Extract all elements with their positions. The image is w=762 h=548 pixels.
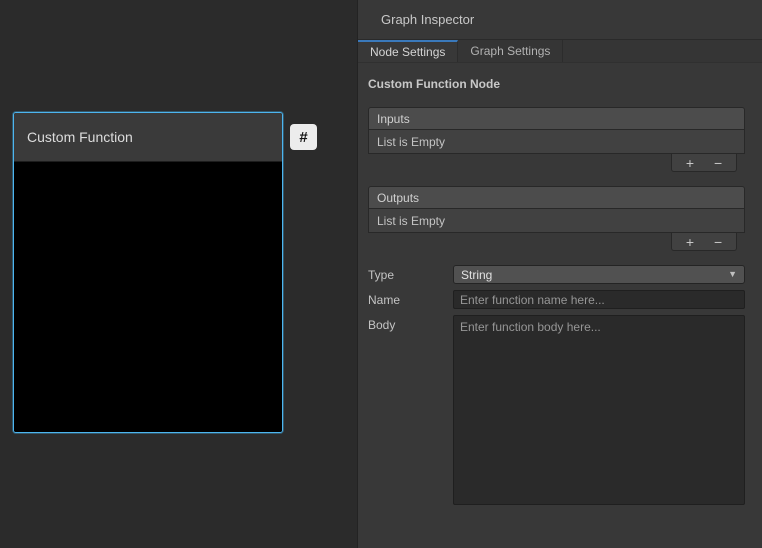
shader-graph-window: Custom Function # Graph Inspector Node S… — [0, 0, 762, 548]
name-field-row: Name — [368, 290, 745, 309]
function-body-input[interactable] — [453, 315, 745, 505]
inputs-list-footer: + − — [368, 154, 745, 173]
inspector-header[interactable]: Graph Inspector — [358, 0, 762, 40]
outputs-list-footer: + − — [368, 233, 745, 252]
type-dropdown-value: String — [461, 268, 492, 282]
node-header[interactable]: Custom Function — [14, 113, 282, 162]
tab-node-settings-label: Node Settings — [370, 45, 445, 59]
inputs-empty-label: List is Empty — [377, 135, 445, 149]
outputs-list-header: Outputs — [368, 186, 745, 208]
graph-inspector-panel: Graph Inspector Node Settings Graph Sett… — [357, 0, 762, 548]
hash-icon: # — [299, 129, 307, 146]
graph-canvas[interactable]: Custom Function # — [0, 0, 357, 548]
inputs-footer-box: + − — [671, 154, 737, 172]
node-preview — [14, 163, 282, 432]
type-label: Type — [368, 265, 453, 282]
body-label: Body — [368, 315, 453, 332]
inputs-remove-button[interactable]: − — [708, 156, 728, 170]
inputs-empty-row: List is Empty — [368, 129, 745, 154]
type-dropdown[interactable]: String ▼ — [453, 265, 745, 284]
node-settings-section-title: Custom Function Node — [368, 77, 745, 91]
name-label: Name — [368, 290, 453, 307]
chevron-down-icon: ▼ — [728, 270, 737, 279]
inspector-title: Graph Inspector — [381, 12, 474, 27]
minus-icon: − — [714, 234, 722, 250]
outputs-list: Outputs List is Empty + − — [368, 186, 745, 252]
outputs-list-header-label: Outputs — [377, 191, 419, 205]
plus-icon: + — [686, 155, 694, 171]
node-title: Custom Function — [27, 129, 133, 145]
inputs-list-header-label: Inputs — [377, 112, 410, 126]
plus-icon: + — [686, 234, 694, 250]
tab-graph-settings[interactable]: Graph Settings — [458, 40, 563, 62]
inputs-list-header: Inputs — [368, 107, 745, 129]
body-field-row: Body — [368, 315, 745, 505]
tab-graph-settings-label: Graph Settings — [470, 44, 550, 58]
inspector-content: Custom Function Node Inputs List is Empt… — [358, 63, 762, 505]
outputs-footer-box: + − — [671, 233, 737, 251]
minus-icon: − — [714, 155, 722, 171]
hash-badge-button[interactable]: # — [290, 124, 317, 150]
outputs-empty-row: List is Empty — [368, 208, 745, 233]
type-field-row: Type String ▼ — [368, 265, 745, 284]
inspector-tabs: Node Settings Graph Settings — [358, 40, 762, 63]
outputs-add-button[interactable]: + — [680, 235, 700, 249]
custom-function-node[interactable]: Custom Function — [13, 112, 283, 433]
tab-node-settings[interactable]: Node Settings — [358, 40, 458, 62]
function-name-input[interactable] — [453, 290, 745, 309]
inputs-list: Inputs List is Empty + − — [368, 107, 745, 173]
inputs-add-button[interactable]: + — [680, 156, 700, 170]
outputs-empty-label: List is Empty — [377, 214, 445, 228]
outputs-remove-button[interactable]: − — [708, 235, 728, 249]
